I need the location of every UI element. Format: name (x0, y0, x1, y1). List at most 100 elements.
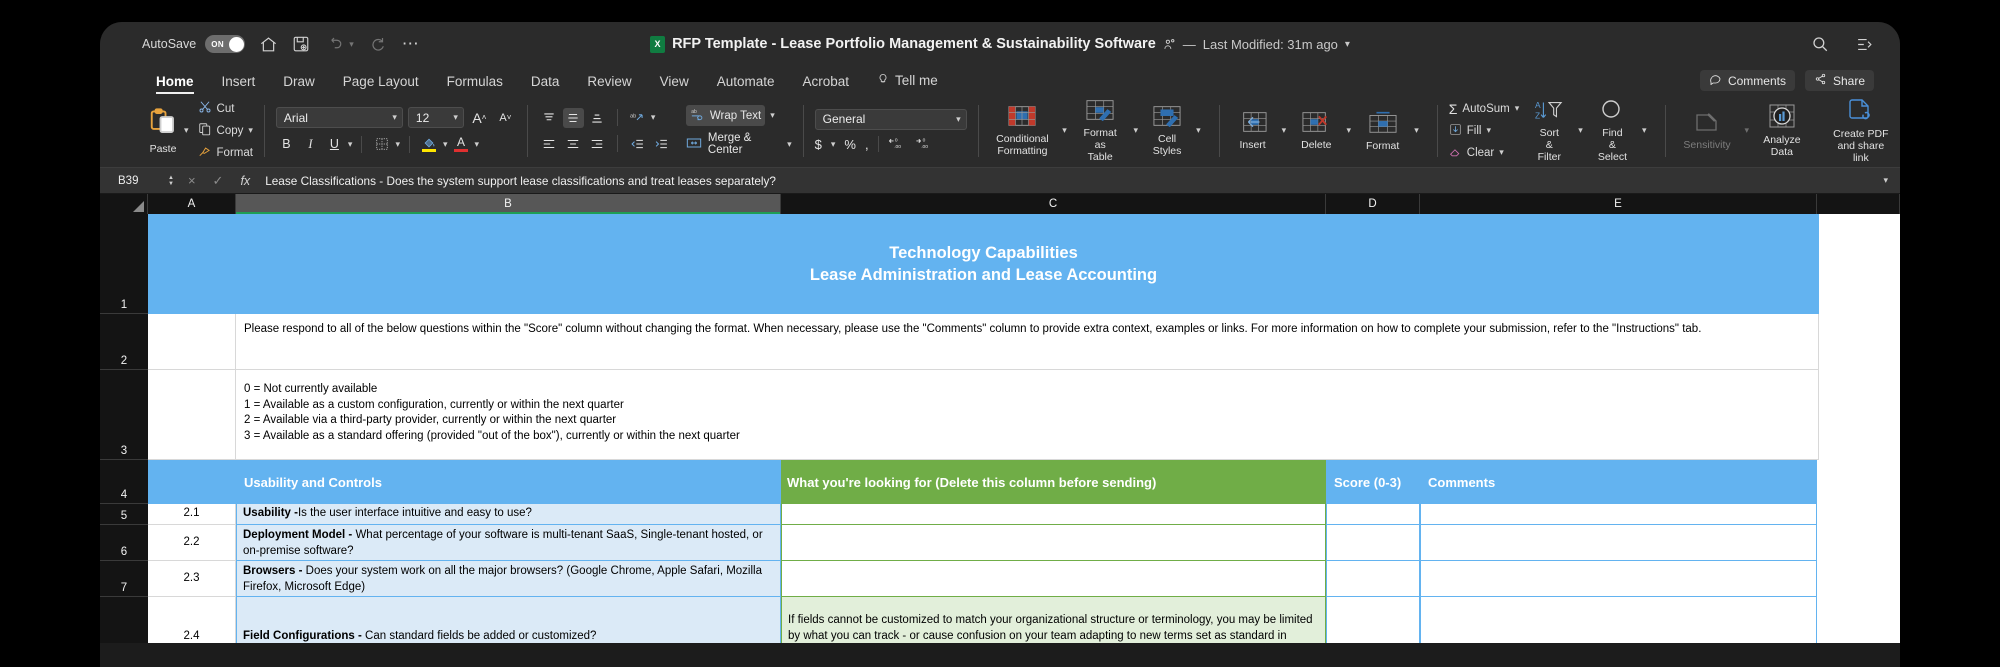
paste-caret-icon[interactable]: ▾ (184, 125, 189, 136)
align-middle-button[interactable] (562, 107, 584, 128)
orientation-button[interactable]: ab (627, 108, 648, 128)
formula-input[interactable]: Lease Classifications - Does the system … (265, 174, 1883, 188)
decrease-font-size-icon[interactable]: A ˅ (495, 108, 516, 128)
empty-cell[interactable] (1817, 460, 1900, 504)
analyze-data-button[interactable]: Analyze Data (1756, 104, 1808, 158)
undo-icon[interactable] (324, 35, 344, 53)
currency-caret-icon[interactable]: ▾ (831, 139, 836, 150)
question-id-cell[interactable]: 2.2 (148, 525, 236, 561)
autosave-toggle[interactable]: ON (205, 35, 246, 53)
instructions-cell[interactable]: Please respond to all of the below quest… (236, 314, 1819, 370)
column-header-a[interactable]: A (148, 194, 236, 214)
fill-button[interactable]: Fill ▾ (1449, 121, 1520, 141)
empty-cell[interactable] (1819, 370, 1900, 460)
insert-cells-caret-icon[interactable]: ▾ (1282, 125, 1287, 136)
cell-styles-button[interactable]: Cell Styles (1145, 105, 1189, 157)
looking-for-cell[interactable]: If fields cannot be customized to match … (781, 597, 1326, 643)
increase-decimal-button[interactable]: 0.00 (888, 136, 906, 153)
row-header-2[interactable]: 2 (100, 314, 148, 370)
looking-for-cell[interactable] (781, 504, 1326, 525)
tab-formulas[interactable]: Formulas (433, 74, 517, 94)
increase-indent-button[interactable] (651, 134, 672, 154)
empty-cell[interactable] (1819, 314, 1900, 370)
percent-button[interactable]: % (844, 137, 856, 152)
tab-review[interactable]: Review (573, 74, 645, 94)
insert-function-icon[interactable]: fx (240, 174, 250, 188)
tab-data[interactable]: Data (517, 74, 574, 94)
underline-caret-icon[interactable]: ▾ (348, 139, 353, 150)
cut-button[interactable]: Cut (198, 99, 253, 119)
clear-caret-icon[interactable]: ▾ (1499, 147, 1504, 158)
column-header-c[interactable]: C (781, 194, 1326, 214)
column-header-e[interactable]: E (1420, 194, 1817, 214)
conditional-formatting-caret-icon[interactable]: ▾ (1062, 125, 1067, 136)
more-options-icon[interactable]: ⋯ (402, 34, 420, 54)
borders-caret-icon[interactable]: ▾ (395, 139, 400, 150)
font-size-select[interactable]: 12 ▾ (407, 107, 464, 128)
autosave-control[interactable]: AutoSave ON (142, 35, 246, 53)
wrap-text-button[interactable]: ab Wrap Text ▾ (685, 105, 792, 126)
row-header-5[interactable]: 5 (100, 504, 148, 525)
align-right-button[interactable] (587, 134, 608, 154)
merge-center-caret-icon[interactable]: ▾ (787, 139, 792, 150)
question-text-cell[interactable]: Usability - Is the user interface intuit… (236, 504, 781, 525)
question-id-cell[interactable]: 2.3 (148, 561, 236, 597)
wrap-text-caret-icon[interactable]: ▾ (770, 110, 775, 121)
font-family-select[interactable]: Arial ▾ (275, 107, 403, 128)
question-text-cell[interactable]: Browsers - Does your system work on all … (236, 561, 781, 597)
tab-acrobat[interactable]: Acrobat (789, 74, 864, 94)
create-pdf-button[interactable]: Create PDF and share link (1822, 98, 1900, 164)
conditional-formatting-button[interactable]: Conditional Formatting (990, 105, 1056, 157)
comments-header-cell[interactable]: Comments (1420, 460, 1817, 504)
tab-tell-me[interactable]: Tell me (863, 72, 952, 94)
expand-formula-bar-icon[interactable]: ▾ (1883, 175, 1888, 186)
score-header-cell[interactable]: Score (0-3) (1326, 460, 1420, 504)
format-as-table-caret-icon[interactable]: ▾ (1134, 125, 1139, 136)
delete-cells-button[interactable]: Delete (1293, 111, 1339, 151)
select-all-corner[interactable] (100, 194, 148, 214)
cancel-edit-icon[interactable]: × (188, 173, 196, 188)
tab-page-layout[interactable]: Page Layout (329, 74, 433, 94)
column-header-f[interactable] (1817, 194, 1900, 214)
row-header-3[interactable]: 3 (100, 370, 148, 460)
comma-button[interactable]: , (865, 137, 869, 152)
name-box[interactable]: B39 (106, 175, 168, 187)
align-bottom-button[interactable] (587, 108, 608, 128)
paste-button[interactable]: Paste (140, 107, 186, 155)
tab-automate[interactable]: Automate (703, 74, 789, 94)
decrease-indent-button[interactable] (627, 134, 648, 154)
title-banner-cell[interactable]: Technology Capabilities Lease Administra… (148, 214, 1819, 314)
empty-cell[interactable] (1817, 561, 1900, 597)
currency-button[interactable]: $ (815, 137, 822, 152)
insert-cells-button[interactable]: Insert (1231, 111, 1275, 151)
copy-button[interactable]: Copy ▾ (198, 121, 253, 141)
clear-button[interactable]: Clear ▾ (1449, 143, 1520, 163)
search-icon[interactable] (1811, 35, 1829, 53)
tab-view[interactable]: View (646, 74, 703, 94)
column-header-b[interactable]: B (236, 194, 781, 214)
score-cell[interactable] (1326, 525, 1420, 561)
format-painter-button[interactable]: Format (198, 143, 253, 163)
empty-cell[interactable] (1817, 504, 1900, 525)
delete-cells-caret-icon[interactable]: ▾ (1346, 125, 1351, 136)
font-color-caret-icon[interactable]: ▾ (475, 139, 480, 150)
bold-button[interactable]: B (276, 134, 297, 154)
looking-for-header-cell[interactable]: What you're looking for (Delete this col… (781, 460, 1326, 504)
redo-icon[interactable] (368, 35, 388, 53)
comments-cell[interactable] (1420, 597, 1817, 643)
home-icon[interactable] (259, 35, 278, 54)
cell-a3[interactable] (148, 370, 236, 460)
last-modified-caret-icon[interactable]: ▾ (1345, 39, 1350, 50)
looking-for-cell[interactable] (781, 561, 1326, 597)
find-select-caret-icon[interactable]: ▾ (1642, 125, 1647, 136)
looking-for-cell[interactable] (781, 525, 1326, 561)
format-cells-caret-icon[interactable]: ▾ (1414, 125, 1419, 136)
fill-caret-icon[interactable]: ▾ (443, 139, 448, 150)
name-box-spinner[interactable]: ▲ ▼ (168, 175, 174, 187)
decrease-decimal-button[interactable]: 0.00 (915, 136, 933, 153)
italic-button[interactable]: I (300, 134, 321, 154)
align-center-button[interactable] (563, 134, 584, 154)
empty-cell[interactable] (1817, 597, 1900, 643)
orientation-caret-icon[interactable]: ▾ (651, 112, 656, 123)
font-color-button[interactable]: A (451, 134, 472, 154)
